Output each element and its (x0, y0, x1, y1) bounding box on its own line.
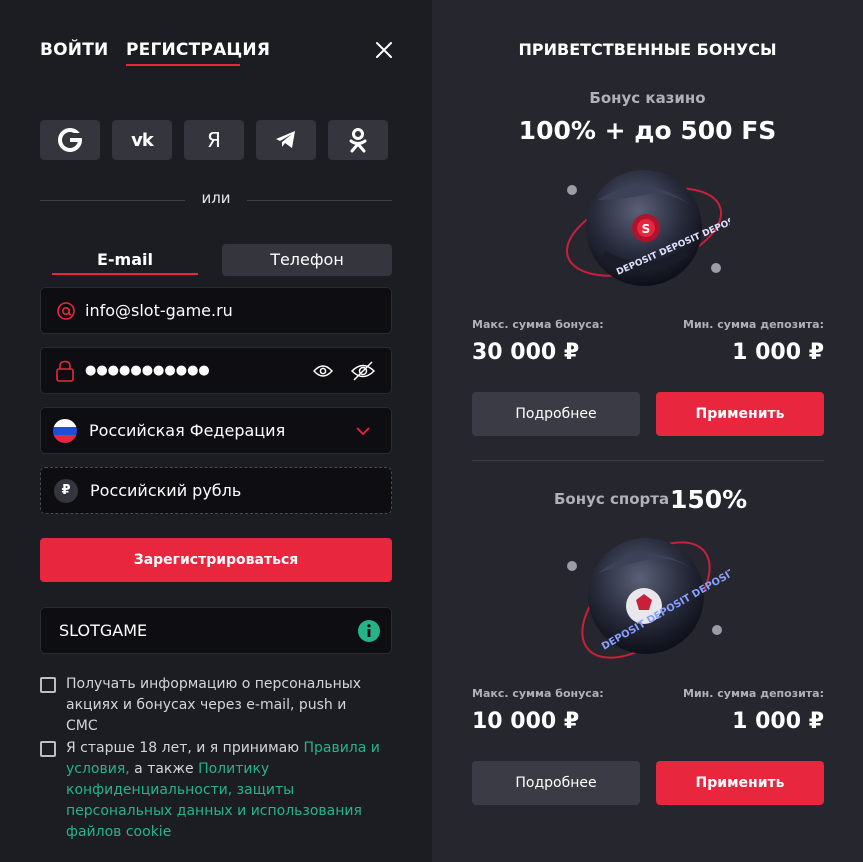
telegram-icon (276, 131, 295, 148)
telegram-login-button[interactable] (256, 120, 316, 160)
at-icon (57, 301, 75, 320)
casino-max-value: 30 000 ₽ (472, 340, 580, 365)
sport-bonus-illustration: DEPOSIT DEPOSIT DEPOSIT (567, 538, 730, 659)
age-consent-mid: а также (129, 761, 199, 777)
google-icon (58, 128, 82, 152)
casino-bonus-value: 100% + до 500 FS (518, 116, 777, 145)
tab-register[interactable]: РЕГИСТРАЦИЯ (126, 40, 270, 60)
casino-bonus-illustration: S DEPOSIT DEPOSIT DEPOSIT (566, 170, 730, 286)
promo-code-value: SLOTGAME (59, 621, 148, 640)
sport-bonus-label: Бонус спорта (554, 490, 670, 508)
close-icon[interactable] (372, 38, 396, 62)
casino-min-value: 1 000 ₽ (732, 340, 824, 365)
tab-email-underline (52, 273, 198, 275)
casino-min-label: Мин. сумма депозита: (683, 318, 824, 331)
age-consent-text: Я старше 18 лет, и я принимаю (66, 740, 304, 756)
password-field[interactable]: ●●●●●●●●●●● (40, 347, 392, 394)
country-value: Российская Федерация (89, 421, 286, 440)
yandex-login-button[interactable]: Я (184, 120, 244, 160)
sport-max-label: Макс. сумма бонуса: (472, 687, 604, 700)
email-value: info@slot-game.ru (85, 301, 233, 320)
odnoklassniki-login-button[interactable] (328, 120, 388, 160)
odnoklassniki-icon (349, 128, 367, 153)
bonus-divider (472, 460, 824, 461)
or-separator: или (201, 189, 231, 207)
eye-icon[interactable] (313, 364, 333, 378)
currency-field: ₽ Российский рубль (40, 467, 392, 514)
sport-details-button[interactable]: Подробнее (472, 761, 640, 805)
tab-email[interactable]: E-mail (52, 244, 198, 276)
age-consent-label: Я старше 18 лет, и я принимаю Правила и … (66, 738, 386, 843)
ruble-icon: ₽ (54, 478, 78, 503)
email-field[interactable]: info@slot-game.ru (40, 287, 392, 334)
info-icon[interactable] (358, 620, 380, 642)
sport-bonus-value: 150% (670, 485, 748, 514)
sport-min-value: 1 000 ₽ (732, 709, 824, 734)
country-select[interactable]: Российская Федерация (40, 407, 392, 454)
sport-min-label: Мин. сумма депозита: (683, 687, 824, 700)
divider-right (247, 200, 392, 201)
casino-details-button[interactable]: Подробнее (472, 392, 640, 436)
google-login-button[interactable] (40, 120, 100, 160)
lock-icon (56, 360, 74, 382)
russia-flag-icon (53, 418, 77, 443)
tab-phone[interactable]: Телефон (222, 244, 392, 276)
tab-login[interactable]: ВОЙТИ (40, 40, 108, 60)
vk-icon: vk (131, 129, 154, 151)
casino-max-label: Макс. сумма бонуса: (472, 318, 604, 331)
sport-apply-button[interactable]: Применить (656, 761, 824, 805)
eye-off-icon[interactable] (350, 360, 376, 382)
password-value: ●●●●●●●●●●● (85, 363, 210, 378)
marketing-consent-label: Получать информацию о персональных акция… (66, 676, 362, 734)
sport-max-value: 10 000 ₽ (472, 709, 580, 734)
casino-bonus-label: Бонус казино (589, 89, 706, 107)
currency-value: Российский рубль (90, 481, 242, 500)
yandex-icon: Я (207, 128, 221, 152)
promo-code-field[interactable]: SLOTGAME (40, 607, 392, 654)
casino-apply-button[interactable]: Применить (656, 392, 824, 436)
svg-text:S: S (642, 222, 651, 236)
bonuses-title: ПРИВЕТСТВЕННЫЕ БОНУСЫ (518, 40, 777, 59)
vk-login-button[interactable]: vk (112, 120, 172, 160)
age-consent-checkbox[interactable] (40, 741, 56, 757)
register-button[interactable]: Зарегистрироваться (40, 538, 392, 582)
chevron-down-icon (356, 427, 370, 435)
registration-panel: ВОЙТИ РЕГИСТРАЦИЯ vk Я или E-mail Телефо… (0, 0, 432, 862)
marketing-consent-checkbox[interactable] (40, 677, 56, 693)
tab-register-underline (126, 64, 240, 66)
